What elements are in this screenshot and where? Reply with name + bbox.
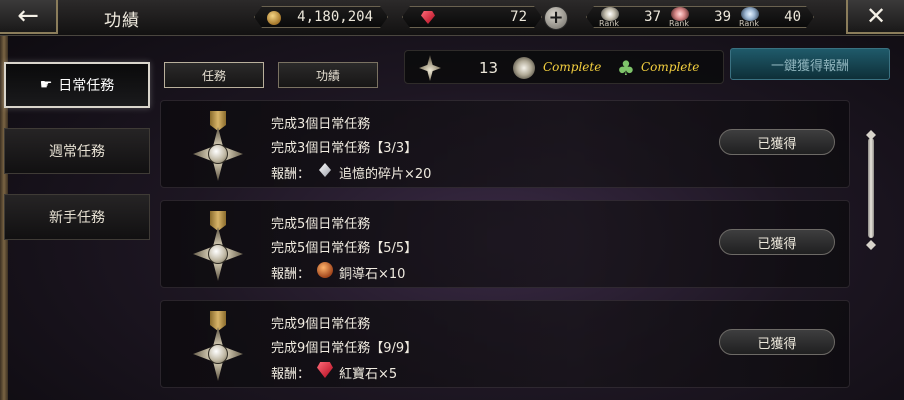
star-medal-icon: [419, 55, 441, 81]
rank-silver: Rank 37: [593, 7, 665, 29]
close-button[interactable]: ✕: [846, 0, 904, 34]
ruby-gem-icon: [421, 11, 435, 24]
medal-gem-icon: [208, 144, 228, 164]
complete-label: Complete: [641, 60, 700, 74]
gear-medal-icon: [513, 57, 535, 79]
gem-counter: 72: [402, 6, 542, 28]
gem-value: 72: [510, 9, 527, 25]
obtained-button[interactable]: 已獲得: [719, 329, 835, 355]
page-title: 功績: [104, 11, 140, 31]
medal-gem-icon: [208, 244, 228, 264]
sidebar-item-label: 週常任務: [49, 144, 105, 160]
tab-achievements[interactable]: 功績: [278, 62, 378, 88]
clover-icon: ♣: [617, 56, 635, 80]
add-gems-button[interactable]: +: [544, 6, 568, 30]
sidebar-item-label: 日常任務: [58, 78, 115, 94]
scroll-thumb[interactable]: [868, 138, 874, 238]
sidebar-item-weekly[interactable]: 週常任務: [4, 128, 150, 174]
complete-label: Complete: [543, 60, 602, 74]
quest-progress: 完成5個日常任務【5/5】: [271, 241, 418, 256]
quest-progress: 完成9個日常任務【9/9】: [271, 341, 418, 356]
tab-label: 任務: [201, 68, 226, 83]
sidebar-item-label: 新手任務: [49, 210, 105, 226]
reward-label: 報酬：: [271, 167, 311, 182]
rank-group: Rank 37 Rank 39 Rank 40: [586, 6, 814, 28]
obtained-button[interactable]: 已獲得: [719, 129, 835, 155]
quest-item: 完成9個日常任務 完成9個日常任務【9/9】 報酬： 紅寶石×5 已獲得: [160, 300, 850, 388]
rank-label: Rank: [739, 19, 759, 28]
plus-icon: +: [548, 7, 564, 28]
pointing-hand-icon: ☛: [39, 77, 53, 93]
rank-value: 39: [714, 9, 731, 25]
quest-title: 完成3個日常任務: [271, 117, 371, 132]
reward-text: 紅寶石×5: [339, 367, 398, 382]
reward-label: 報酬：: [271, 367, 311, 382]
back-arrow-icon: ←: [17, 1, 39, 31]
claim-all-rewards-button[interactable]: 一鍵獲得報酬: [730, 48, 890, 80]
top-bar: ← 功績 4,180,204 72 + Rank 37 Rank 39 Rank…: [0, 0, 904, 36]
sidebar-item-beginner[interactable]: 新手任務: [4, 194, 150, 240]
back-button[interactable]: ←: [0, 0, 58, 34]
scroll-down-cap-icon: [866, 240, 876, 250]
medal-gem-icon: [208, 344, 228, 364]
close-icon: ✕: [865, 2, 887, 30]
tab-label: 功績: [315, 68, 340, 83]
quest-item: 完成3個日常任務 完成3個日常任務【3/3】 報酬： 追憶的碎片×20 已獲得: [160, 100, 850, 188]
medal-count: 13: [479, 59, 499, 77]
rank-label: Rank: [669, 19, 689, 28]
rank-blue: Rank 40: [733, 7, 805, 29]
tab-tasks[interactable]: 任務: [164, 62, 264, 88]
gold-value: 4,180,204: [297, 9, 373, 25]
quest-progress: 完成3個日常任務【3/3】: [271, 141, 418, 156]
rank-value: 40: [784, 9, 801, 25]
copper-stone-icon: [317, 262, 333, 278]
reward-text: 追憶的碎片×20: [339, 167, 432, 182]
reward-label: 報酬：: [271, 267, 311, 282]
scrollbar[interactable]: [866, 130, 876, 250]
gold-counter: 4,180,204: [254, 6, 388, 28]
rank-rose: Rank 39: [663, 7, 735, 29]
quest-title: 完成9個日常任務: [271, 317, 371, 332]
rank-label: Rank: [599, 19, 619, 28]
summary-panel: 13 Complete ♣ Complete: [404, 50, 724, 84]
quest-list: 完成3個日常任務 完成3個日常任務【3/3】 報酬： 追憶的碎片×20 已獲得 …: [160, 92, 860, 400]
obtained-button[interactable]: 已獲得: [719, 229, 835, 255]
sidebar-item-daily[interactable]: ☛ 日常任務: [4, 62, 150, 108]
quest-item: 完成5個日常任務 完成5個日常任務【5/5】 報酬： 銅導石×10 已獲得: [160, 200, 850, 288]
gold-coin-icon: [267, 11, 281, 25]
shard-icon: [319, 163, 331, 177]
reward-text: 銅導石×10: [339, 267, 406, 282]
quest-title: 完成5個日常任務: [271, 217, 371, 232]
rank-value: 37: [644, 9, 661, 25]
ruby-icon: [317, 362, 333, 378]
